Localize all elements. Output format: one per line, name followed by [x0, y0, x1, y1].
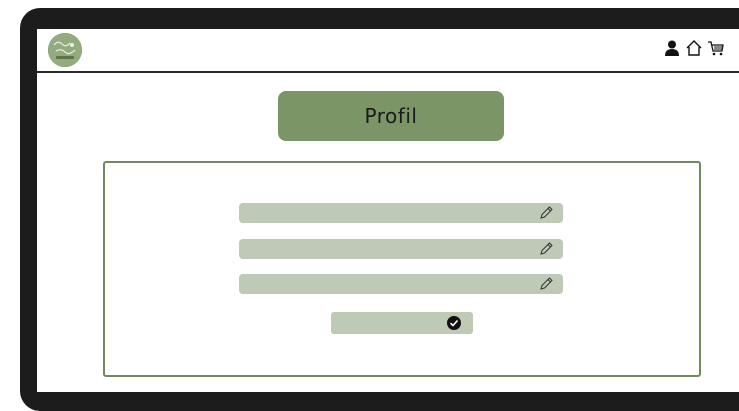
profile-field-1[interactable]	[239, 203, 563, 223]
page-title: Profil	[278, 91, 504, 141]
pencil-icon[interactable]	[538, 276, 554, 292]
profile-field-3[interactable]	[239, 274, 563, 294]
header-icons	[663, 39, 725, 57]
confirm-button[interactable]	[331, 312, 473, 334]
app-logo[interactable]	[48, 33, 82, 67]
app-screen: Profil	[37, 29, 739, 392]
profile-form	[103, 161, 701, 377]
top-bar	[37, 29, 739, 73]
user-icon[interactable]	[663, 39, 681, 57]
page-title-label: Profil	[364, 104, 418, 128]
pencil-icon[interactable]	[538, 205, 554, 221]
home-icon[interactable]	[685, 39, 703, 57]
pencil-icon[interactable]	[538, 241, 554, 257]
cart-icon[interactable]	[707, 39, 725, 57]
profile-field-2[interactable]	[239, 239, 563, 259]
check-circle-icon	[446, 315, 462, 331]
